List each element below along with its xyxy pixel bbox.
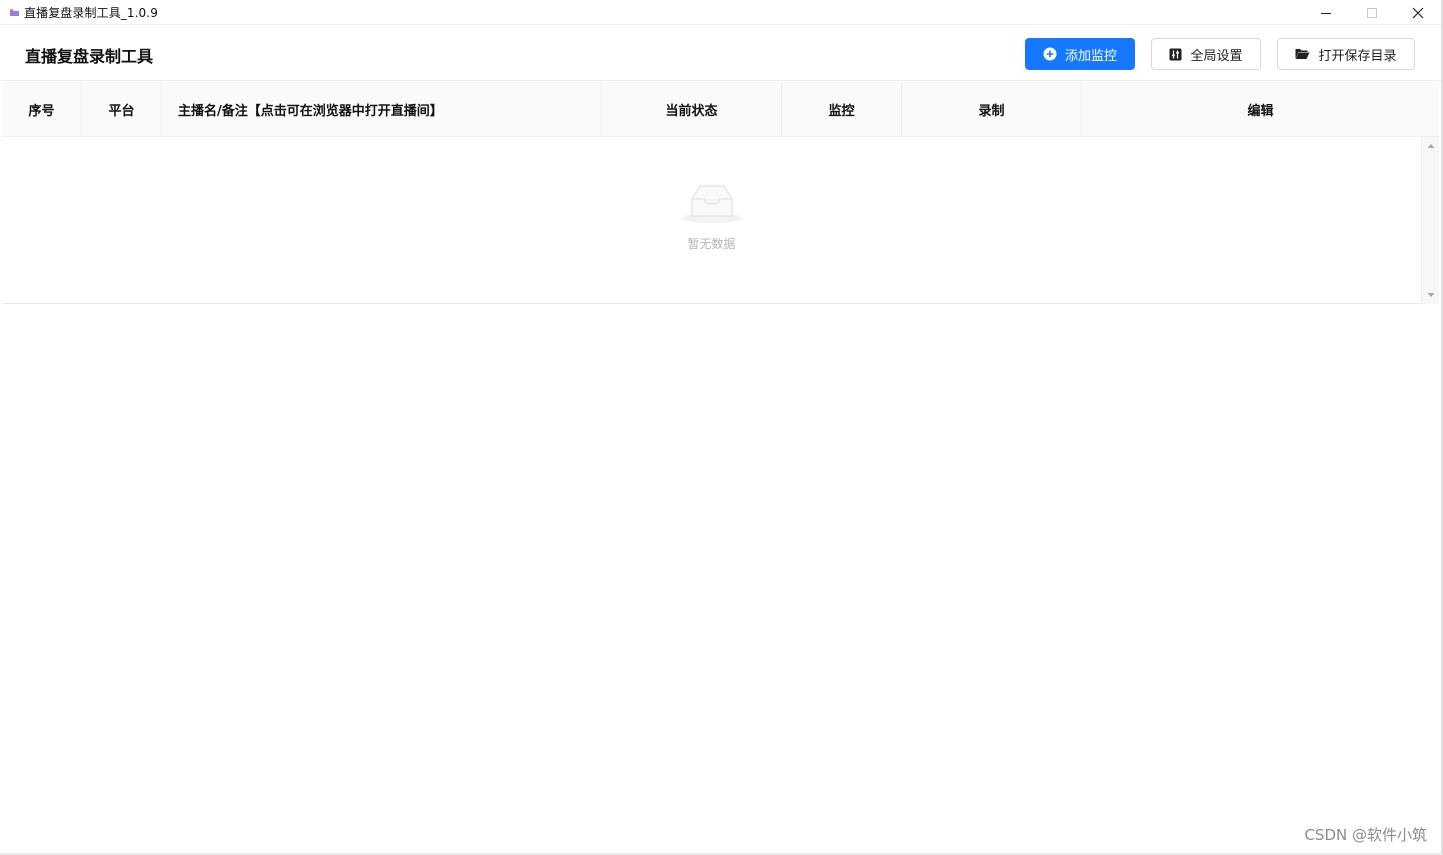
plus-circle-icon	[1043, 47, 1057, 61]
table-header: 序号 平台 主播名/备注【点击可在浏览器中打开直播间】 当前状态 监控 录制 编…	[2, 82, 1439, 137]
window-controls	[1303, 0, 1441, 25]
column-header-platform[interactable]: 平台	[82, 82, 162, 137]
column-header-status[interactable]: 当前状态	[602, 82, 782, 137]
table-body: 暂无数据	[2, 137, 1421, 304]
maximize-icon[interactable]	[1349, 0, 1395, 25]
column-header-record[interactable]: 录制	[902, 82, 1082, 137]
page-title: 直播复盘录制工具	[25, 47, 154, 66]
minimize-icon[interactable]	[1303, 0, 1349, 25]
column-header-index[interactable]: 序号	[2, 82, 82, 137]
window-title: 直播复盘录制工具_1.0.9	[24, 5, 158, 20]
open-folder-button[interactable]: 打开保存目录	[1277, 38, 1415, 70]
table-scrollbar[interactable]	[1421, 137, 1439, 304]
add-monitor-button[interactable]: 添加监控	[1025, 38, 1135, 70]
sliders-icon	[1169, 48, 1182, 61]
column-header-streamer[interactable]: 主播名/备注【点击可在浏览器中打开直播间】	[162, 82, 602, 137]
column-header-monitor[interactable]: 监控	[782, 82, 902, 137]
open-folder-label: 打开保存目录	[1318, 48, 1397, 64]
title-bar: 直播复盘录制工具_1.0.9	[0, 0, 1441, 25]
watermark-text: CSDN @软件小筑	[1304, 826, 1427, 844]
empty-inbox-icon	[680, 183, 744, 229]
global-settings-button[interactable]: 全局设置	[1151, 38, 1261, 70]
folder-open-icon	[1295, 48, 1310, 60]
app-window: 直播复盘录制工具_1.0.9 直播复盘录制工具 添加监控 全局设置 打开保存目录…	[0, 0, 1443, 855]
scroll-up-icon[interactable]	[1426, 141, 1436, 151]
column-header-edit[interactable]: 编辑	[1082, 82, 1439, 137]
empty-state: 暂无数据	[2, 183, 1421, 252]
page-header: 直播复盘录制工具 添加监控 全局设置 打开保存目录	[0, 25, 1441, 81]
close-icon[interactable]	[1395, 0, 1441, 25]
empty-text: 暂无数据	[687, 237, 736, 251]
add-monitor-label: 添加监控	[1064, 48, 1117, 64]
global-settings-label: 全局设置	[1190, 48, 1243, 64]
app-logo-icon	[6, 0, 22, 25]
scroll-down-icon[interactable]	[1426, 290, 1436, 300]
monitor-table: 序号 平台 主播名/备注【点击可在浏览器中打开直播间】 当前状态 监控 录制 编…	[2, 82, 1439, 304]
